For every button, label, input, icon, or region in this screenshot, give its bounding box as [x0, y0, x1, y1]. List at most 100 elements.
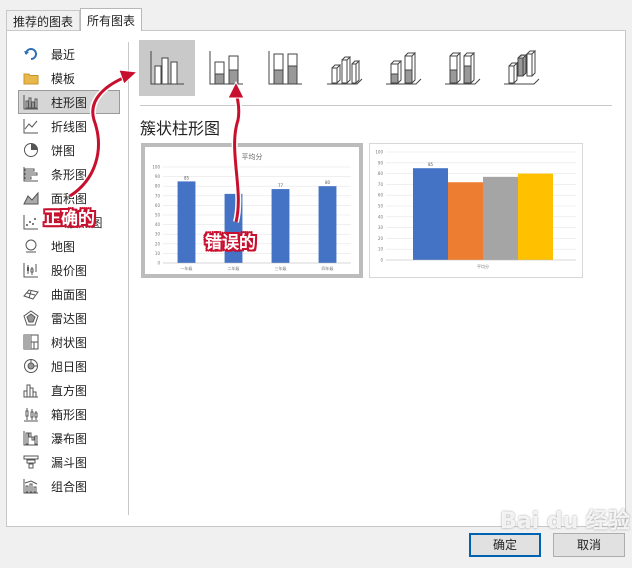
subtype-3d-100-stacked-column[interactable]	[434, 40, 490, 96]
subtype-3d-column[interactable]	[493, 40, 549, 96]
category-label: 模板	[51, 71, 76, 86]
x-tick-label: 四年级	[322, 265, 334, 271]
3d-percent-stacked-column-icon	[445, 51, 481, 85]
category-combo[interactable]: 组合图	[18, 474, 120, 498]
cancel-button[interactable]: 取消	[553, 533, 625, 557]
category-box-whisker[interactable]: 箱形图	[18, 402, 120, 426]
category-histogram[interactable]: 直方图	[18, 378, 120, 402]
radar-chart-icon	[23, 310, 39, 326]
subtype-stacked-column[interactable]	[198, 40, 254, 96]
category-line[interactable]: 折线图	[18, 114, 120, 138]
bar	[413, 168, 448, 260]
y-tick-label: 40	[378, 214, 384, 219]
y-tick-label: 50	[155, 213, 161, 218]
category-label: 树状图	[51, 335, 88, 350]
category-label: 瀑布图	[51, 431, 88, 446]
y-tick-label: 0	[380, 258, 383, 263]
horizontal-divider	[140, 105, 612, 106]
x-tick-label: 平均分	[477, 263, 489, 269]
chart-title: 平均分	[242, 152, 263, 161]
waterfall-chart-icon	[23, 430, 39, 446]
chart-preview-1[interactable]: 平均分 0 10 20 30 40 50 60 70 80 90 100 85 一年级 二年级 77 三年级 80…	[141, 143, 363, 278]
3d-column-icon	[504, 49, 540, 85]
category-radar[interactable]: 雷达图	[18, 306, 120, 330]
chart-preview-1-svg: 平均分 0 10 20 30 40 50 60 70 80 90 100 85 一年级 二年级 77 三年级 80…	[152, 152, 351, 271]
histogram-chart-icon	[23, 382, 39, 398]
3d-clustered-column-icon	[327, 55, 363, 85]
y-tick-label: 60	[155, 203, 161, 208]
category-label: XY散点图	[51, 215, 103, 230]
category-label: 最近	[51, 47, 76, 62]
chart-preview-2-svg: 0 10 20 30 40 50 60 70 80 90 100 85 平均分	[375, 150, 576, 269]
y-tick-label: 10	[155, 251, 161, 256]
category-area[interactable]: 面积图	[18, 186, 120, 210]
3d-stacked-column-icon	[386, 51, 422, 85]
data-label: 85	[184, 175, 190, 180]
map-chart-icon	[23, 238, 39, 254]
category-map[interactable]: 地图	[18, 234, 120, 258]
combo-chart-icon	[23, 478, 39, 494]
x-tick-label: 二年级	[228, 265, 240, 271]
y-tick-label: 100	[375, 150, 383, 155]
y-tick-label: 20	[155, 241, 161, 246]
category-pie[interactable]: 饼图	[18, 138, 120, 162]
y-tick-label: 90	[155, 174, 161, 179]
category-scatter[interactable]: XY散点图	[18, 210, 120, 234]
category-label: 柱形图	[51, 95, 88, 110]
category-label: 地图	[51, 239, 76, 254]
y-tick-label: 30	[378, 225, 384, 230]
category-label: 箱形图	[51, 407, 88, 422]
y-tick-label: 10	[378, 247, 384, 252]
column-chart-icon	[23, 94, 39, 110]
y-tick-label: 30	[155, 232, 161, 237]
clustered-column-icon	[150, 51, 184, 85]
stock-chart-icon	[23, 262, 39, 278]
y-tick-label: 0	[157, 261, 160, 266]
category-waterfall[interactable]: 瀑布图	[18, 426, 120, 450]
tab-recommended-charts[interactable]: 推荐的图表	[6, 10, 81, 30]
category-label: 组合图	[51, 479, 88, 494]
category-label: 直方图	[51, 383, 88, 398]
y-tick-label: 80	[155, 184, 161, 189]
chart-preview-2[interactable]: 0 10 20 30 40 50 60 70 80 90 100 85 平均分	[369, 143, 583, 278]
category-label: 旭日图	[51, 359, 88, 374]
subtype-3d-clustered-column[interactable]	[316, 40, 372, 96]
category-label: 折线图	[51, 119, 88, 134]
y-tick-label: 20	[378, 236, 384, 241]
folder-icon	[23, 70, 39, 86]
tab-bar: 推荐的图表 所有图表	[6, 8, 143, 31]
chart-type-title: 簇状柱形图	[140, 119, 221, 138]
y-tick-label: 70	[378, 182, 384, 187]
category-templates[interactable]: 模板	[18, 66, 120, 90]
vertical-divider	[128, 42, 129, 515]
x-tick-label: 一年级	[181, 265, 193, 271]
ok-button[interactable]: 确定	[469, 533, 541, 557]
scatter-chart-icon	[23, 214, 39, 230]
y-tick-label: 40	[155, 222, 161, 227]
line-chart-icon	[23, 118, 39, 134]
category-bar[interactable]: 条形图	[18, 162, 120, 186]
chart-subtype-row	[139, 40, 552, 96]
category-sunburst[interactable]: 旭日图	[18, 354, 120, 378]
y-tick-label: 60	[378, 193, 384, 198]
y-tick-label: 50	[378, 204, 384, 209]
subtype-3d-stacked-column[interactable]	[375, 40, 431, 96]
category-label: 雷达图	[51, 311, 88, 326]
category-funnel[interactable]: 漏斗图	[18, 450, 120, 474]
category-treemap[interactable]: 树状图	[18, 330, 120, 354]
category-column[interactable]: 柱形图	[18, 90, 120, 114]
percent-stacked-column-icon	[268, 51, 302, 85]
bar	[318, 186, 337, 263]
category-label: 条形图	[51, 167, 88, 182]
surface-chart-icon	[23, 286, 39, 302]
bar	[448, 182, 483, 260]
subtype-clustered-column[interactable]	[139, 40, 195, 96]
category-surface[interactable]: 曲面图	[18, 282, 120, 306]
subtype-100-stacked-column[interactable]	[257, 40, 313, 96]
tab-all-charts[interactable]: 所有图表	[80, 8, 143, 31]
bar	[483, 176, 518, 260]
y-tick-label: 70	[155, 193, 161, 198]
category-stock[interactable]: 股价图	[18, 258, 120, 282]
category-recent[interactable]: 最近	[18, 42, 120, 66]
category-label: 饼图	[51, 143, 76, 158]
